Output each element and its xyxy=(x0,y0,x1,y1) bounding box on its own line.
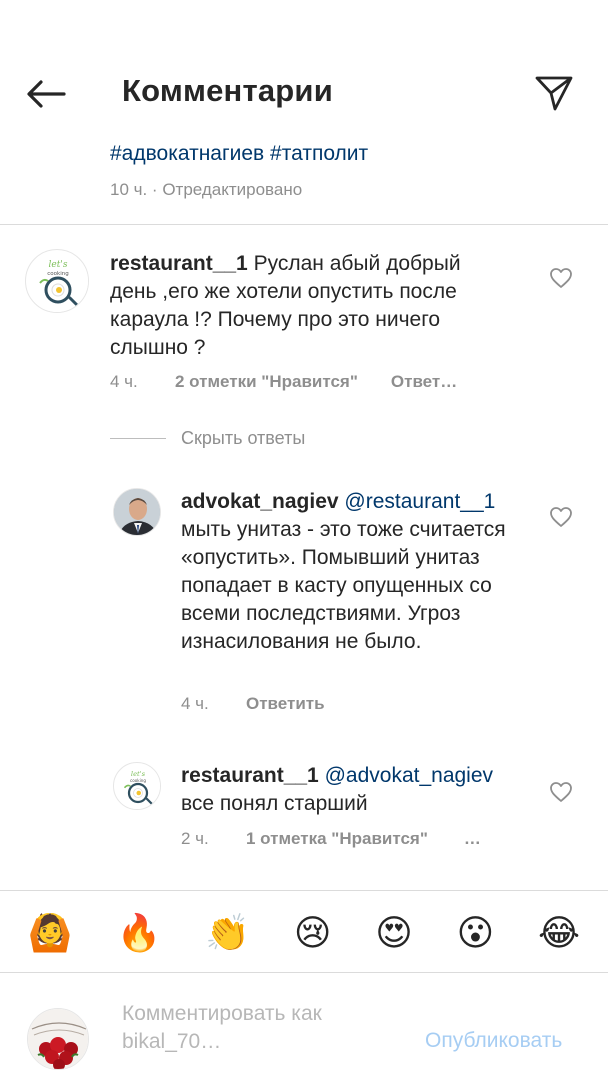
emoji-heart-eyes[interactable]: 😍 xyxy=(375,914,413,954)
like-button[interactable] xyxy=(548,265,574,291)
comment-username[interactable]: restaurant__1 xyxy=(110,252,248,275)
avatar[interactable]: let's cooking xyxy=(113,762,161,810)
reply-time: 2 ч. xyxy=(181,829,209,848)
heart-icon xyxy=(550,782,572,802)
caption-meta: 10 ч. · Отредактировано xyxy=(110,180,303,199)
divider xyxy=(0,890,608,891)
comment-input[interactable]: Комментировать как bikal_70… xyxy=(122,1000,412,1056)
hide-replies-label: Скрыть ответы xyxy=(181,428,306,448)
arrow-left-icon xyxy=(27,80,66,108)
svg-text:let's: let's xyxy=(49,260,68,270)
svg-text:cooking: cooking xyxy=(130,778,146,783)
reply-button[interactable]: Ответ… xyxy=(391,372,457,392)
avatar[interactable] xyxy=(113,488,161,536)
cooking-logo-icon: let's cooking xyxy=(114,763,160,809)
likes-count[interactable]: 1 отметка "Нравится" xyxy=(246,829,428,849)
emoji-person-gesturing-ok[interactable]: 🙆 xyxy=(28,914,73,954)
hashtag-link[interactable]: #адвокатнагиев xyxy=(110,142,264,165)
thread-line xyxy=(110,438,166,439)
avatar[interactable] xyxy=(27,1008,89,1070)
publish-button[interactable]: Опубликовать xyxy=(425,1029,562,1053)
profile-photo-icon xyxy=(114,489,160,535)
avatar[interactable]: let's cooking xyxy=(25,249,89,313)
likes-count[interactable]: 2 отметки "Нравится" xyxy=(175,372,358,392)
reply-time: 4 ч. xyxy=(181,694,209,713)
heart-icon xyxy=(550,507,572,527)
divider xyxy=(0,972,608,973)
reply-meta: 2 ч. 1 отметка "Нравится" … xyxy=(181,829,481,849)
emoji-tears-of-joy[interactable]: 😂 xyxy=(538,914,580,954)
emoji-surprised-face[interactable]: 😮 xyxy=(457,914,495,954)
reply-body: advokat_nagiev @restaurant__1 мыть унита… xyxy=(181,488,526,656)
like-button[interactable] xyxy=(548,504,574,530)
emoji-fire[interactable]: 🔥 xyxy=(117,914,162,954)
emoji-crying-face[interactable]: 😢 xyxy=(294,914,332,954)
hashtag-link[interactable]: #татполит xyxy=(270,142,368,165)
mention-link[interactable]: @advokat_nagiev xyxy=(325,764,493,787)
heart-icon xyxy=(550,268,572,288)
reply-text: все понял старший xyxy=(181,792,368,815)
reply-meta: 4 ч. Ответить xyxy=(181,694,325,714)
reply-username[interactable]: advokat_nagiev xyxy=(181,490,339,513)
comment-body: restaurant__1 Руслан абый добрый день ,е… xyxy=(110,250,510,362)
page-title: Комментарии xyxy=(122,73,333,108)
reply-button[interactable]: Ответить xyxy=(246,694,325,714)
comment-time: 4 ч. xyxy=(110,372,138,391)
cooking-logo-icon: let's cooking xyxy=(27,251,88,312)
emoji-clapping-hands[interactable]: 👏 xyxy=(205,914,250,954)
divider xyxy=(0,224,608,225)
back-button[interactable] xyxy=(22,72,70,116)
mention-link[interactable]: @restaurant__1 xyxy=(344,490,495,513)
reply-body: restaurant__1 @advokat_nagiev все понял … xyxy=(181,762,526,818)
reply-text: мыть унитаз - это тоже считается «опусти… xyxy=(181,518,506,653)
caption-hashtags: #адвокатнагиев #татполит xyxy=(110,142,368,166)
comment-meta: 4 ч. 2 отметки "Нравится" Ответ… xyxy=(110,372,457,392)
roses-photo-icon xyxy=(28,1009,88,1069)
svg-text:cooking: cooking xyxy=(47,271,68,277)
send-icon xyxy=(535,76,573,111)
more-options-button[interactable]: … xyxy=(464,829,481,849)
hide-replies-toggle[interactable]: Скрыть ответы xyxy=(110,428,305,449)
like-button[interactable] xyxy=(548,779,574,805)
share-button[interactable] xyxy=(530,70,578,116)
svg-text:let's: let's xyxy=(131,770,146,778)
emoji-quick-bar: 🙆 🔥 👏 😢 😍 😮 😂 xyxy=(0,906,608,962)
reply-username[interactable]: restaurant__1 xyxy=(181,764,319,787)
